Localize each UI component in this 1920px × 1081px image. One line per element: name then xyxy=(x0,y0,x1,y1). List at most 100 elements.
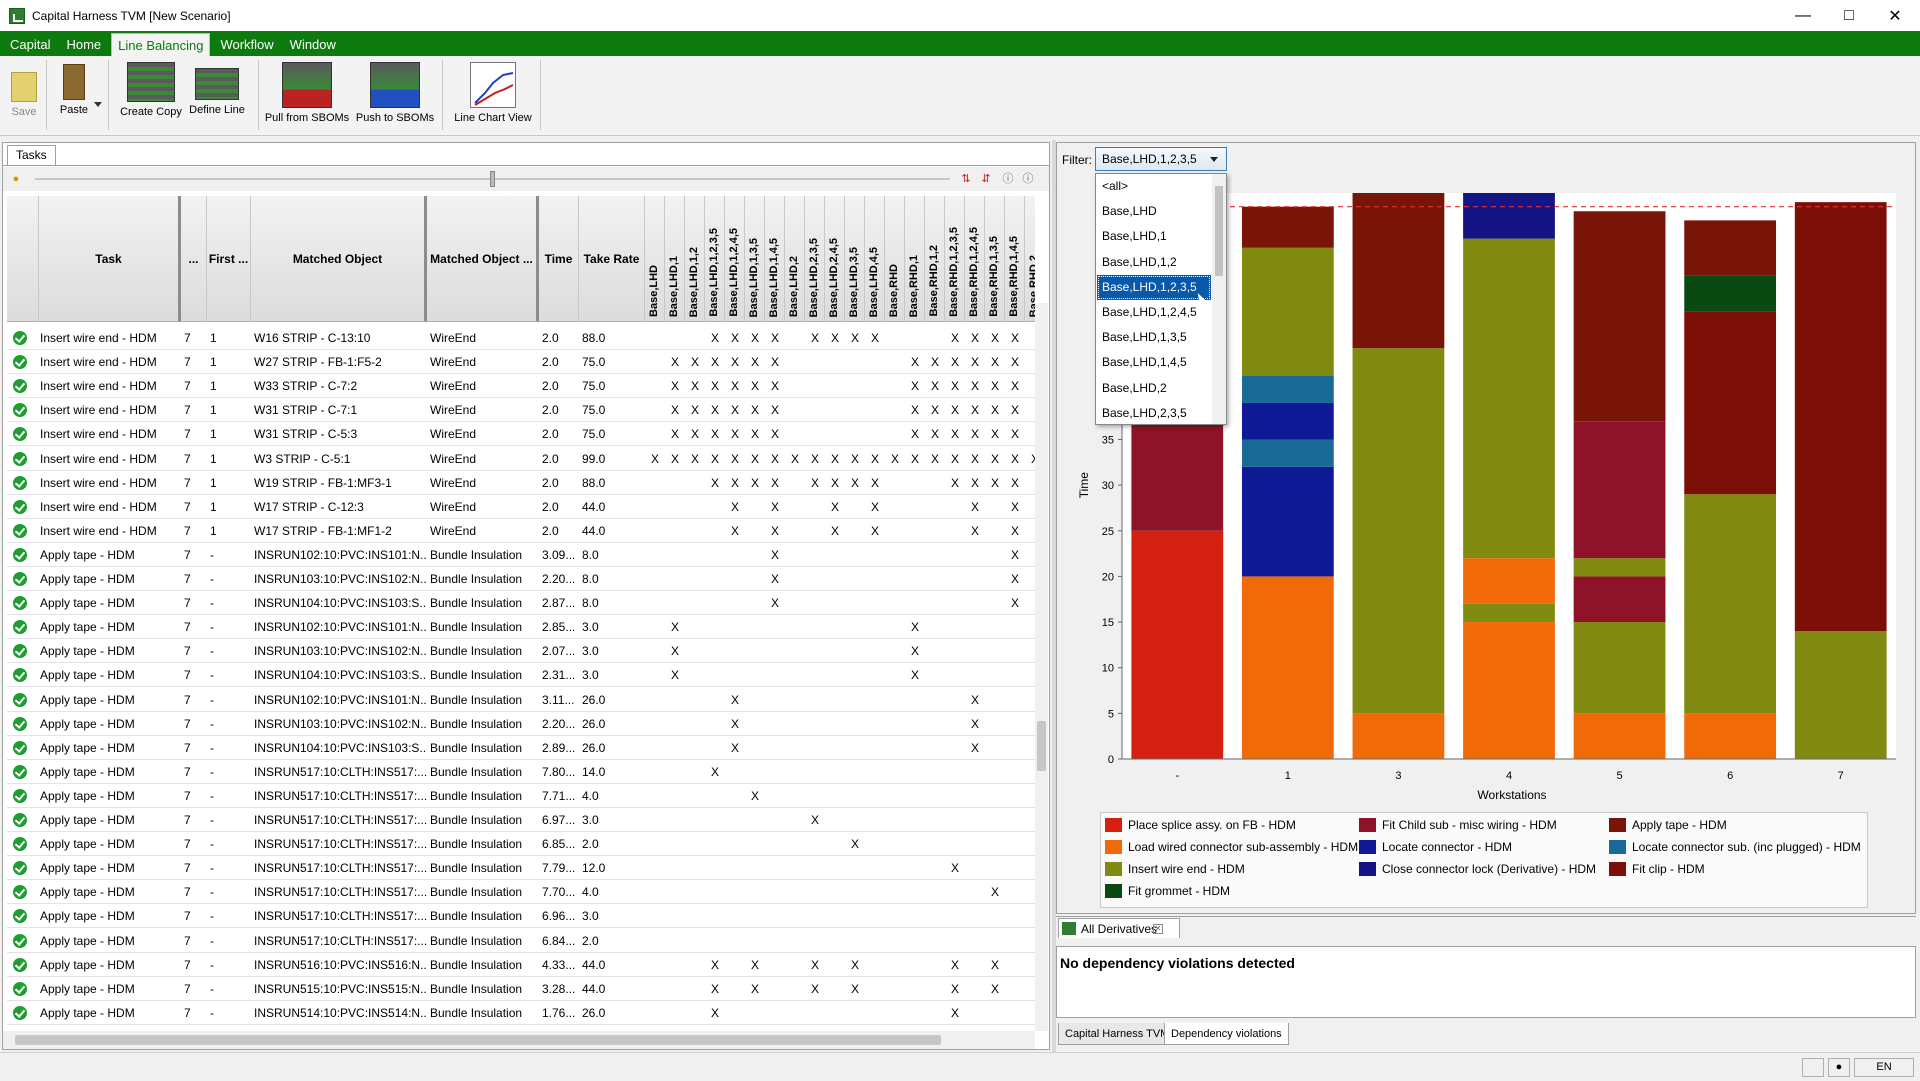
header-first[interactable]: First ... xyxy=(207,196,251,322)
legend-item: Place splice assy. on FB - HDM xyxy=(1105,816,1296,834)
header-status[interactable] xyxy=(7,196,39,322)
header-derivative[interactable]: Base,LHD,4,5 xyxy=(865,196,885,322)
maximize-icon[interactable]: □ xyxy=(1826,0,1872,31)
table-row[interactable]: Insert wire end - HDM 7 1 W31 STRIP - C-5:3… xyxy=(7,422,1035,447)
tab-capital-harness-tvm[interactable]: Capital Harness TVM xyxy=(1058,1023,1177,1045)
table-row[interactable]: Apply tape - HDM 7 - INSRUN517:10:CLTH:INS5… xyxy=(7,856,1035,881)
header-take-rate[interactable]: Take Rate xyxy=(579,196,645,322)
header-derivative[interactable]: Base,LHD,2 xyxy=(785,196,805,322)
table-row[interactable]: Apply tape - HDM 7 - INSRUN104:10:PVC:INS10… xyxy=(7,736,1035,760)
table-row[interactable]: Apply tape - HDM 7 - INSRUN515:10:PVC:INS51… xyxy=(7,977,1035,1001)
header-derivative[interactable]: Base,RHD,1,2 xyxy=(925,196,945,322)
info-icon-2[interactable]: ⓘ xyxy=(1021,172,1035,186)
filter-option[interactable]: Base,LHD,2 xyxy=(1097,376,1211,401)
header-derivative[interactable]: Base,RHD,1,2,4,5 xyxy=(965,196,985,322)
table-row[interactable]: Apply tape - HDM 7 - INSRUN517:10:CLTH:INS5… xyxy=(7,929,1035,953)
menu-home[interactable]: Home xyxy=(60,33,107,56)
dropdown-scroll-thumb[interactable] xyxy=(1215,186,1223,276)
table-row[interactable]: Apply tape - HDM 7 - INSRUN514:10:PVC:INS51… xyxy=(7,1001,1035,1025)
minimize-icon[interactable]: — xyxy=(1780,0,1826,31)
zoom-slider-thumb[interactable] xyxy=(490,171,495,187)
close-icon[interactable]: ✕ xyxy=(1872,0,1918,31)
header-derivative[interactable]: Base,RHD,1 xyxy=(905,196,925,322)
define-line-button[interactable]: Define Line xyxy=(188,62,246,116)
table-row[interactable]: Apply tape - HDM 7 - INSRUN102:10:PVC:INS10… xyxy=(7,615,1035,640)
header-derivative[interactable]: Base,LHD,1 xyxy=(665,196,685,322)
header-derivative[interactable]: Base,LHD,1,4,5 xyxy=(765,196,785,322)
tasks-tab[interactable]: Tasks xyxy=(7,145,56,165)
collapse-icon[interactable]: ⇅ xyxy=(959,172,973,186)
filter-option[interactable]: Base,LHD,1,2 xyxy=(1097,250,1211,275)
lightbulb-icon[interactable]: ● xyxy=(9,172,23,186)
grid-vertical-scrollbar[interactable] xyxy=(1035,303,1048,1031)
header-derivative[interactable]: Base,LHD,2,4,5 xyxy=(825,196,845,322)
table-row[interactable]: Apply tape - HDM 7 - INSRUN517:10:CLTH:INS5… xyxy=(7,760,1035,784)
menu-capital[interactable]: Capital xyxy=(4,33,56,56)
header-derivative[interactable]: Base,RHD xyxy=(885,196,905,322)
table-row[interactable]: Apply tape - HDM 7 - INSRUN516:10:PVC:INS51… xyxy=(7,953,1035,977)
table-row[interactable]: Insert wire end - HDM 7 1 W3 STRIP - C-5:1 W… xyxy=(7,447,1035,471)
header-time[interactable]: Time xyxy=(539,196,579,322)
pull-from-sboms-button[interactable]: Pull from SBOMs xyxy=(264,62,350,124)
expand-icon[interactable]: ⇵ xyxy=(979,172,993,186)
header-derivative[interactable]: Base,RHD,2 xyxy=(1025,196,1035,322)
table-row[interactable]: Insert wire end - HDM 7 1 W17 STRIP - FB-1:… xyxy=(7,519,1035,543)
table-row[interactable]: Apply tape - HDM 7 - INSRUN102:10:PVC:INS10… xyxy=(7,543,1035,567)
table-row[interactable]: Insert wire end - HDM 7 1 W27 STRIP - FB-1:… xyxy=(7,350,1035,375)
menu-window[interactable]: Window xyxy=(284,33,342,56)
paste-dropdown-icon[interactable] xyxy=(94,102,102,107)
filter-option[interactable]: Base,LHD,1 xyxy=(1097,224,1211,249)
grid-vertical-scroll-thumb[interactable] xyxy=(1037,721,1046,771)
table-row[interactable]: Insert wire end - HDM 7 1 W17 STRIP - C-12:… xyxy=(7,495,1035,519)
table-row[interactable]: Apply tape - HDM 7 - INSRUN104:10:PVC:INS10… xyxy=(7,591,1035,616)
table-row[interactable]: Apply tape - HDM 7 - INSRUN517:10:CLTH:INS5… xyxy=(7,808,1035,832)
filter-option[interactable]: <all> xyxy=(1097,174,1211,199)
header-derivative[interactable]: Base,LHD xyxy=(645,196,665,322)
menu-workflow[interactable]: Workflow xyxy=(214,33,279,56)
table-row[interactable]: Insert wire end - HDM 7 1 W33 STRIP - C-7:2… xyxy=(7,374,1035,399)
paste-button[interactable]: Paste xyxy=(58,62,90,116)
table-row[interactable]: Apply tape - HDM 7 - INSRUN104:10:PVC:INS10… xyxy=(7,663,1035,688)
line-chart-view-button[interactable]: Line Chart View xyxy=(452,62,534,124)
header-task[interactable]: Task xyxy=(39,196,181,322)
header-matched-object[interactable]: Matched Object xyxy=(251,196,427,322)
header-derivative[interactable]: Base,RHD,1,2,3,5 xyxy=(945,196,965,322)
table-row[interactable]: Apply tape - HDM 7 - INSRUN103:10:PVC:INS10… xyxy=(7,567,1035,591)
header-derivative[interactable]: Base,RHD,1,4,5 xyxy=(1005,196,1025,322)
table-row[interactable]: Apply tape - HDM 7 - INSRUN103:10:PVC:INS10… xyxy=(7,712,1035,736)
push-to-sboms-button[interactable]: Push to SBOMs xyxy=(354,62,436,124)
menu-line-balancing[interactable]: Line Balancing xyxy=(111,33,211,56)
table-row[interactable]: Apply tape - HDM 7 - INSRUN517:10:CLTH:INS5… xyxy=(7,784,1035,808)
table-row[interactable]: Insert wire end - HDM 7 1 W31 STRIP - C-7:1… xyxy=(7,398,1035,423)
create-copy-button[interactable]: Create Copy xyxy=(118,62,184,118)
table-row[interactable]: Apply tape - HDM 7 - INSRUN517:10:CLTH:INS5… xyxy=(7,832,1035,857)
table-row[interactable]: Apply tape - HDM 7 - INSRUN103:10:PVC:INS10… xyxy=(7,639,1035,664)
derivative-mark: X xyxy=(730,403,739,418)
table-row[interactable]: Apply tape - HDM 7 - INSRUN517:10:CLTH:INS5… xyxy=(7,904,1035,929)
header-derivative[interactable]: Base,LHD,3,5 xyxy=(845,196,865,322)
header-dots[interactable]: ... xyxy=(181,196,207,322)
filter-combo[interactable]: Base,LHD,1,2,3,5 xyxy=(1095,147,1227,171)
tab-dependency-violations[interactable]: Dependency violations xyxy=(1164,1023,1289,1045)
filter-option[interactable]: Base,LHD xyxy=(1097,199,1211,224)
filter-option[interactable]: Base,LHD,1,2,4,5 xyxy=(1097,300,1211,325)
header-derivative[interactable]: Base,LHD,1,2,4,5 xyxy=(725,196,745,322)
info-icon[interactable]: ⓘ xyxy=(1001,172,1015,186)
language-indicator[interactable]: EN xyxy=(1854,1058,1914,1077)
filter-option[interactable]: Base,LHD,1,3,5 xyxy=(1097,325,1211,350)
header-derivative[interactable]: Base,RHD,1,3,5 xyxy=(985,196,1005,322)
header-derivative[interactable]: Base,LHD,1,3,5 xyxy=(745,196,765,322)
filter-option[interactable]: Base,LHD,2,3,5 xyxy=(1097,401,1211,424)
table-row[interactable]: Apply tape - HDM 7 - INSRUN102:10:PVC:INS10… xyxy=(7,688,1035,712)
header-derivative[interactable]: Base,LHD,1,2,3,5 xyxy=(705,196,725,322)
table-row[interactable]: Apply tape - HDM 7 - INSRUN517:10:CLTH:INS5… xyxy=(7,880,1035,905)
close-tab-icon[interactable]: ✕ xyxy=(1153,924,1163,934)
header-matched-object-2[interactable]: Matched Object ... xyxy=(427,196,539,322)
filter-option[interactable]: Base,LHD,1,4,5 xyxy=(1097,350,1211,375)
header-derivative[interactable]: Base,LHD,1,2 xyxy=(685,196,705,322)
grid-horizontal-scroll-thumb[interactable] xyxy=(15,1035,941,1045)
header-derivative[interactable]: Base,LHD,2,3,5 xyxy=(805,196,825,322)
table-row[interactable]: Insert wire end - HDM 7 1 W19 STRIP - FB-1:… xyxy=(7,471,1035,495)
save-button[interactable]: Save xyxy=(8,62,40,118)
table-row[interactable]: Insert wire end - HDM 7 1 W16 STRIP - C-13:… xyxy=(7,326,1035,350)
